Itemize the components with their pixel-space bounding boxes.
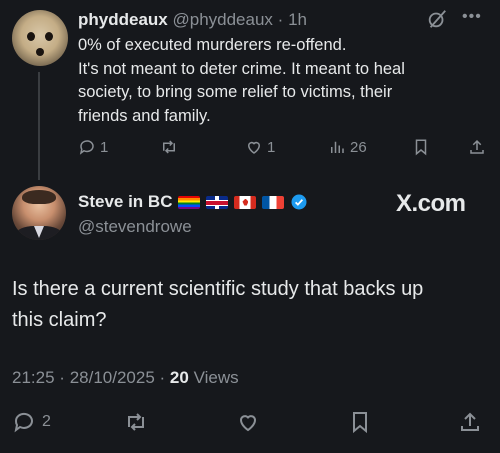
reply-tweet-text: Is there a current scientific study that… <box>12 274 492 336</box>
views-label[interactable]: Views <box>194 368 239 387</box>
reply-button[interactable]: 2 <box>12 408 51 436</box>
repost-button[interactable] <box>124 408 154 436</box>
avatar-eye <box>45 32 53 41</box>
tweet-text-line: this claim? <box>12 309 107 331</box>
thread-connector-line <box>38 72 40 180</box>
avatar-phyddeaux[interactable] <box>12 10 68 66</box>
avatar-hair <box>22 190 56 204</box>
tweet-text-line: friends and family. <box>78 106 211 125</box>
tweet-text-line: Is there a current scientific study that… <box>12 278 424 300</box>
repost-icon <box>128 413 144 431</box>
share-button[interactable] <box>458 408 482 436</box>
more-options-icon[interactable]: ••• <box>462 8 482 26</box>
reply-author-name-row: Steve in BC <box>78 192 308 212</box>
tweet-text-line: society, to bring some relief to victims… <box>78 83 393 101</box>
heart-icon <box>239 415 257 432</box>
tweet-meta: 21:25 · 28/10/2025 · 20 Views <box>12 368 239 388</box>
rainbow-flag-icon <box>178 195 201 209</box>
views-count: 26 <box>350 138 367 156</box>
like-count: 1 <box>267 138 276 156</box>
share-button[interactable] <box>468 136 486 158</box>
verified-badge-icon <box>291 194 307 210</box>
share-icon <box>461 412 479 431</box>
reply-icon <box>14 412 33 433</box>
tweet-date[interactable]: 28/10/2025 <box>70 368 155 387</box>
analytics-icon <box>331 141 344 153</box>
canada-flag-icon <box>234 195 257 209</box>
france-flag-icon <box>262 195 285 209</box>
user-handle[interactable]: @phyddeaux <box>172 10 272 29</box>
heart-icon <box>247 141 261 154</box>
x-com-watermark: X.com <box>396 190 466 217</box>
separator-dot: · <box>277 10 284 29</box>
repost-icon <box>163 140 175 154</box>
reply-button[interactable]: 1 <box>78 136 108 158</box>
views-count[interactable]: 20 <box>170 368 189 387</box>
tweet-text-line: 0% of executed murderers re-offend. <box>78 36 347 54</box>
tweet-time[interactable]: 21:25 <box>12 368 55 387</box>
parent-tweet-text: 0% of executed murderers re-offend. It's… <box>78 34 478 128</box>
tweet-text-line: It's not meant to deter crime. It meant … <box>78 59 405 78</box>
avatar-eye <box>27 32 35 41</box>
separator-dot: · <box>59 368 65 387</box>
avatar-mouth <box>36 48 44 56</box>
reply-count: 1 <box>100 138 109 156</box>
bookmark-button[interactable] <box>348 408 372 436</box>
views-button[interactable]: 26 <box>328 136 367 158</box>
display-name[interactable]: Steve in BC <box>78 192 172 212</box>
separator-dot: · <box>159 368 166 387</box>
repost-button[interactable] <box>160 136 182 158</box>
bookmark-button[interactable] <box>412 136 430 158</box>
grok-icon[interactable] <box>426 8 448 30</box>
reply-icon <box>79 140 94 155</box>
share-icon <box>470 139 484 154</box>
bookmark-icon <box>353 412 367 434</box>
avatar-stevendrowe[interactable] <box>12 186 66 240</box>
uk-flag-icon <box>206 195 229 209</box>
user-handle[interactable]: @stevendrowe <box>78 217 192 237</box>
parent-tweet-header: phyddeaux @phyddeaux · 1h <box>78 10 307 30</box>
bookmark-icon <box>415 139 427 156</box>
reply-count: 2 <box>42 413 51 430</box>
like-button[interactable]: 1 <box>245 136 275 158</box>
display-name[interactable]: phyddeaux <box>78 10 168 29</box>
like-button[interactable] <box>236 408 266 436</box>
tweet-time[interactable]: 1h <box>288 10 307 29</box>
